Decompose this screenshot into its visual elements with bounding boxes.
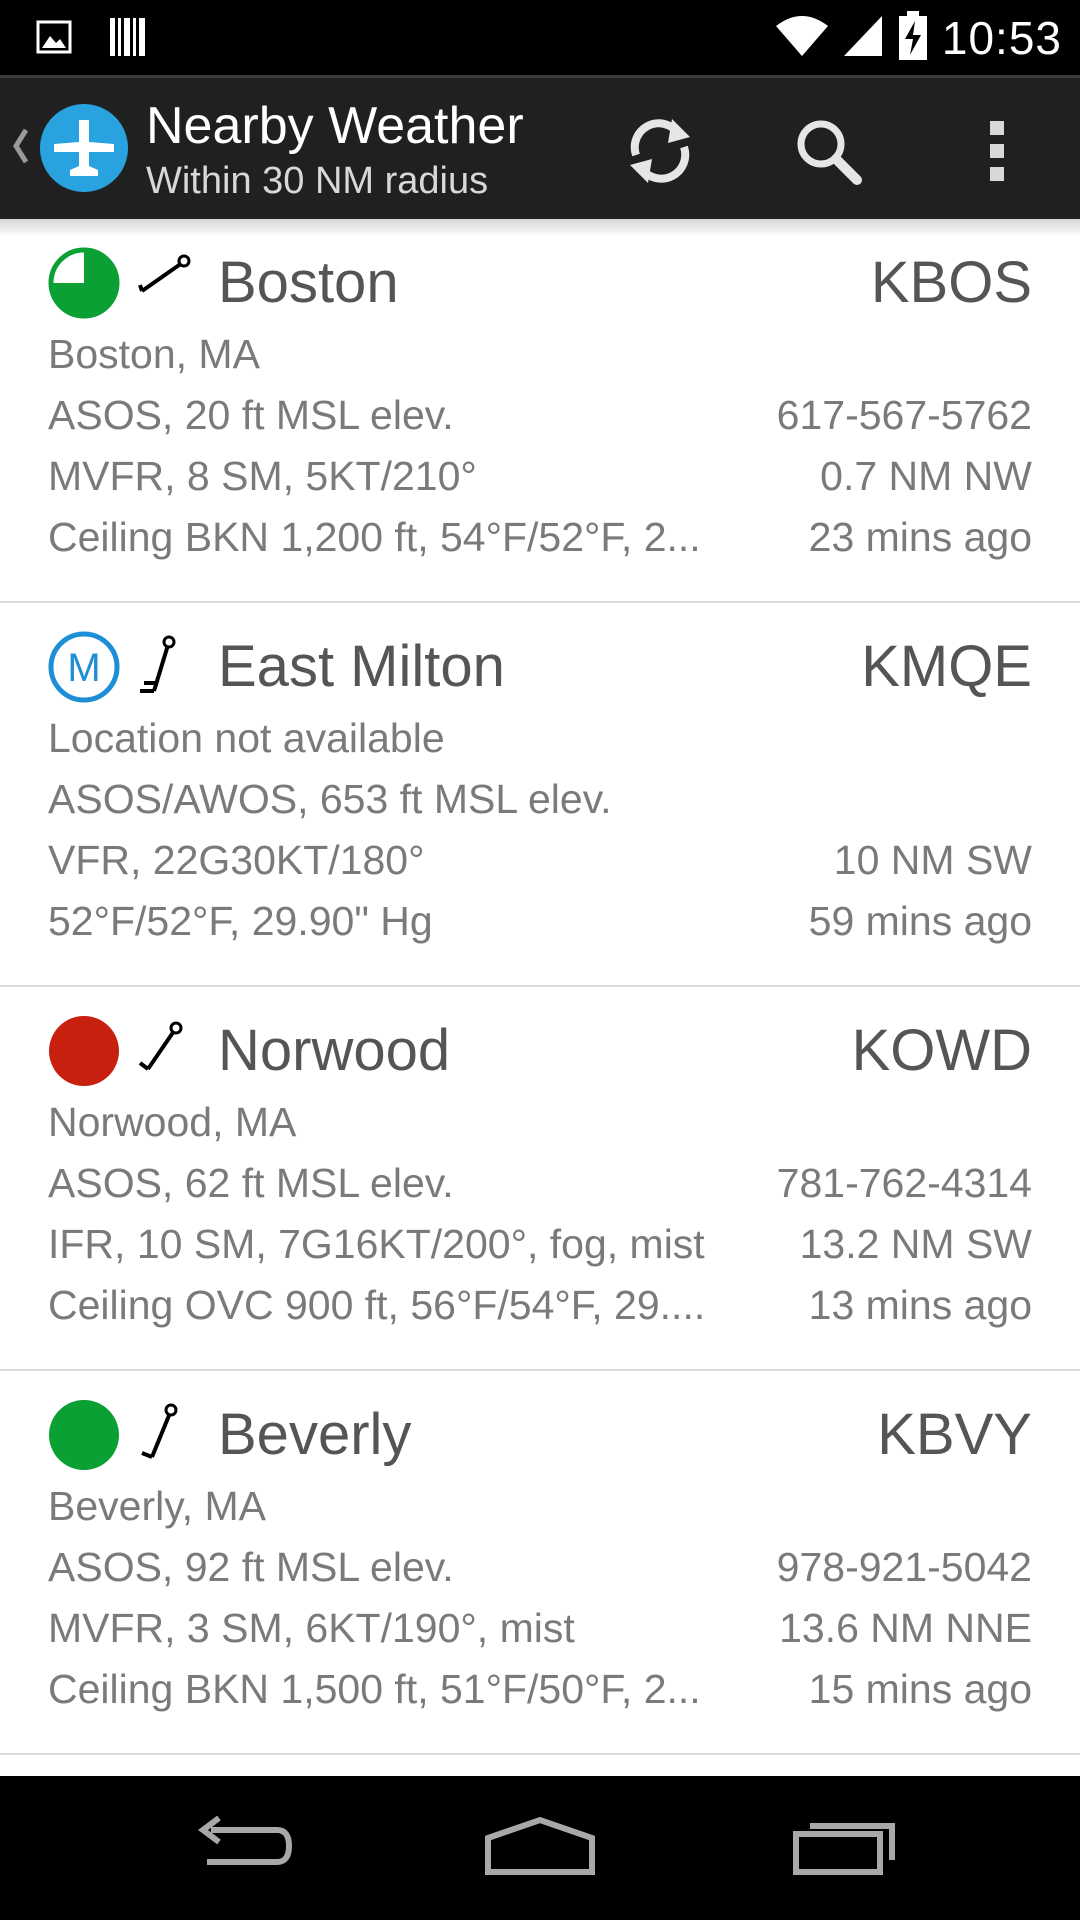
home-icon (482, 1814, 598, 1883)
station-details: Ceiling BKN 1,500 ft, 51°F/50°F, 2... (48, 1666, 701, 1712)
gallery-icon (36, 20, 72, 59)
page-subtitle: Within 30 NM radius (146, 160, 489, 202)
battery-charging-icon (898, 10, 928, 66)
station-code: KBVY (877, 1402, 1032, 1467)
search-button[interactable] (783, 108, 873, 198)
wifi-icon (774, 14, 830, 63)
indicator-letter: M (67, 646, 100, 690)
station-conditions: MVFR, 8 SM, 5KT/210° (48, 453, 477, 499)
flight-category-indicator (48, 1399, 120, 1471)
station-name: Boston (218, 250, 399, 315)
station-phone[interactable]: 781-762-4314 (777, 1160, 1032, 1207)
station-phone[interactable]: 978-921-5042 (777, 1544, 1032, 1591)
navigation-bar (0, 1776, 1080, 1920)
clock: 10:53 (941, 12, 1062, 64)
station-distance: 10 NM SW (833, 837, 1032, 883)
station-distance: 0.7 NM NW (820, 453, 1032, 499)
refresh-button[interactable] (615, 108, 705, 198)
station-details: Ceiling OVC 900 ft, 56°F/54°F, 29.... (48, 1282, 706, 1328)
station-item-boston[interactable]: Boston KBOS Boston, MA ASOS, 20 ft MSL e… (0, 219, 1080, 603)
status-bar: 10:53 (0, 0, 1080, 75)
signal-icon (843, 14, 884, 63)
wind-barb-icon (138, 1017, 194, 1083)
station-details: 52°F/52°F, 29.90" Hg (48, 898, 433, 944)
station-list[interactable]: Boston KBOS Boston, MA ASOS, 20 ft MSL e… (0, 219, 1080, 1755)
station-name: East Milton (218, 634, 505, 699)
airplane-logo-icon[interactable] (40, 104, 128, 192)
station-info: ASOS/AWOS, 653 ft MSL elev. (48, 776, 612, 822)
station-item-norwood[interactable]: Norwood KOWD Norwood, MA ASOS, 62 ft MSL… (0, 987, 1080, 1371)
station-conditions: VFR, 22G30KT/180° (48, 837, 425, 883)
station-age: 13 mins ago (808, 1282, 1032, 1328)
action-bar: Nearby Weather Within 30 NM radius (0, 75, 1080, 219)
station-conditions: MVFR, 3 SM, 6KT/190°, mist (48, 1605, 575, 1651)
wind-barb-icon (138, 1401, 194, 1467)
station-info: ASOS, 20 ft MSL elev. (48, 392, 454, 438)
station-location: Boston, MA (48, 331, 260, 377)
back-button[interactable] (175, 1808, 305, 1888)
up-caret-icon[interactable] (10, 126, 30, 171)
station-location: Location not available (48, 715, 445, 761)
barcode-icon (108, 16, 148, 63)
station-name: Norwood (218, 1018, 451, 1083)
action-bar-shadow (0, 219, 1080, 237)
recent-apps-icon (790, 1816, 900, 1881)
flight-category-indicator: M (48, 631, 120, 703)
overflow-menu-button[interactable] (952, 108, 1042, 198)
back-icon (185, 1815, 295, 1881)
station-location: Beverly, MA (48, 1483, 266, 1529)
recent-apps-button[interactable] (780, 1808, 910, 1888)
station-distance: 13.2 NM SW (799, 1221, 1032, 1267)
station-conditions: IFR, 10 SM, 7G16KT/200°, fog, mist (48, 1221, 705, 1267)
home-button[interactable] (475, 1808, 605, 1888)
station-info: ASOS, 92 ft MSL elev. (48, 1544, 454, 1590)
station-age: 23 mins ago (808, 514, 1032, 560)
search-icon (793, 116, 863, 191)
page-title: Nearby Weather (146, 97, 524, 155)
station-info: ASOS, 62 ft MSL elev. (48, 1160, 454, 1206)
station-location: Norwood, MA (48, 1099, 297, 1145)
station-age: 59 mins ago (808, 898, 1032, 944)
station-age: 15 mins ago (808, 1666, 1032, 1712)
station-distance: 13.6 NM NNE (779, 1605, 1032, 1651)
station-details: Ceiling BKN 1,200 ft, 54°F/52°F, 2... (48, 514, 701, 560)
station-code: KOWD (851, 1018, 1032, 1083)
station-name: Beverly (218, 1402, 412, 1467)
overflow-menu-icon (987, 119, 1007, 188)
flight-category-indicator (48, 1015, 120, 1087)
refresh-icon (622, 113, 698, 194)
station-code: KBOS (870, 250, 1032, 315)
station-item-beverly[interactable]: Beverly KBVY Beverly, MA ASOS, 92 ft MSL… (0, 1371, 1080, 1755)
station-code: KMQE (861, 634, 1032, 699)
wind-barb-icon (138, 633, 194, 699)
flight-category-indicator (48, 247, 120, 319)
wind-barb-icon (138, 249, 194, 315)
station-item-east-milton[interactable]: M East Milton KMQE Location not availabl… (0, 603, 1080, 987)
station-phone[interactable]: 617-567-5762 (777, 392, 1032, 439)
